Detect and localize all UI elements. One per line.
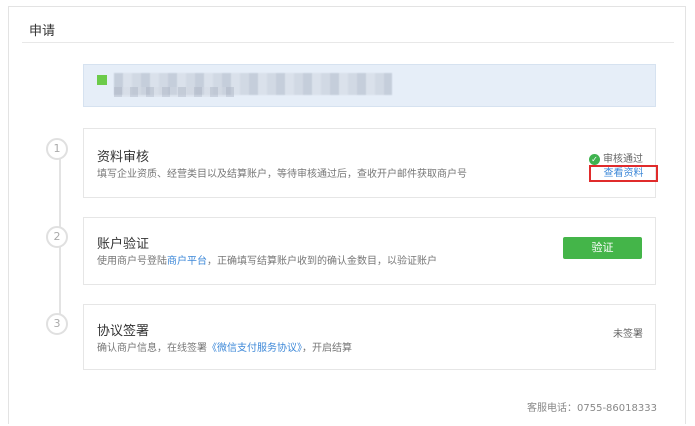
step-title-verify: 账户验证 [97,237,150,252]
merchant-platform-link[interactable]: 商户平台 [167,256,207,267]
step-card-review: 资料审核 填写企业资质、经营类目以及结算账户，等待审核通过后，查收开户邮件获取商… [83,128,658,198]
step-desc-verify: 使用商户号登陆商户平台，正确填写结算账户收到的确认金数目，以验证账户 [97,252,437,267]
step-desc-verify-text-1: 使用商户号登陆 [97,256,167,267]
title-divider [22,42,674,43]
step-number-1: 1 [46,138,68,160]
notice-banner [83,64,656,107]
check-circle-icon: ✓ [589,153,600,165]
step-number-3: 3 [46,313,68,335]
step-desc-agreement: 确认商户信息，在线签署《微信支付服务协议》，开启结算 [97,339,352,354]
page-title: 申请 [29,24,56,39]
step-card-agreement: 协议签署 确认商户信息，在线签署《微信支付服务协议》，开启结算 未签署 [83,304,656,370]
step-desc-agreement-text-2: ，开启结算 [302,343,352,354]
step-desc-agreement-text-1: 确认商户信息，在线签署 [97,343,207,354]
notice-redacted-text-2 [114,87,234,97]
step-desc-verify-text-2: ，正确填写结算账户收到的确认金数目，以验证账户 [207,256,437,267]
application-panel: 申请 1 资料审核 填写企业资质、经营类目以及结算账户，等待审核通过后，查收开户… [8,6,686,424]
step-number-2: 2 [46,226,68,248]
service-phone: 客服电话：0755-86018333 [527,403,657,414]
step-desc-review: 填写企业资质、经营类目以及结算账户，等待审核通过后，查收开户邮件获取商户号 [97,169,467,180]
review-status: ✓ 审核通过 [589,150,643,165]
review-status-label: 审核通过 [603,154,643,165]
step-title-review: 资料审核 [97,150,150,165]
notice-status-icon [97,75,107,85]
agreement-status: 未签署 [613,329,643,340]
verify-button[interactable]: 验证 [563,237,642,259]
view-details-link[interactable]: 查看资料 [589,165,658,182]
payment-agreement-link[interactable]: 《微信支付服务协议》 [207,343,302,354]
step-title-agreement: 协议签署 [97,324,150,339]
step-card-verify: 账户验证 使用商户号登陆商户平台，正确填写结算账户收到的确认金数目，以验证账户 … [83,217,656,285]
